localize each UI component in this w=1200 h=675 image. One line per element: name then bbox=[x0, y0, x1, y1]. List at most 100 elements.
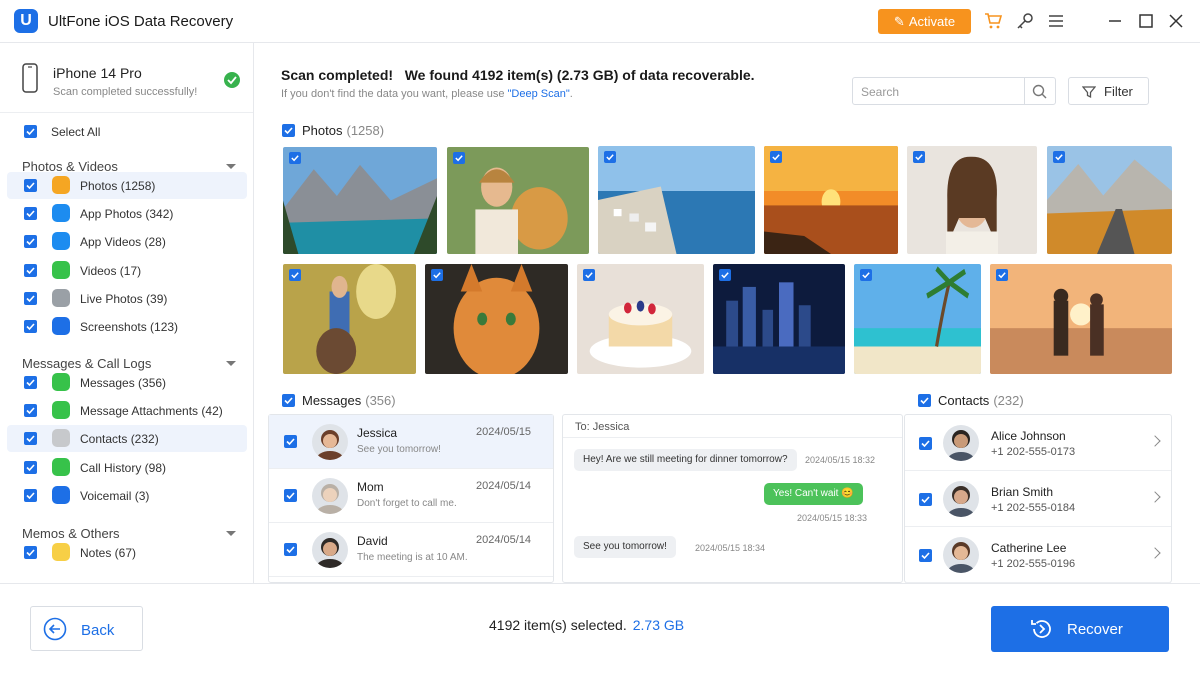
sidebar-item[interactable]: Call History (98) bbox=[7, 454, 247, 481]
chevron-right-icon[interactable] bbox=[1149, 491, 1161, 503]
cake-photo[interactable] bbox=[577, 264, 704, 374]
sidebar-item-checkbox[interactable] bbox=[24, 461, 37, 474]
contacts-group-checkbox[interactable] bbox=[918, 394, 931, 407]
message-checkbox[interactable] bbox=[284, 435, 297, 448]
selection-summary: 4192 item(s) selected. 2.73 GB bbox=[489, 617, 684, 633]
sidebar-item[interactable]: App Videos (28) bbox=[7, 228, 247, 255]
deep-scan-link[interactable]: "Deep Scan" bbox=[508, 88, 570, 100]
sidebar-item-checkbox[interactable] bbox=[24, 207, 37, 220]
message-preview: Don't forget to call me. bbox=[357, 498, 457, 509]
photo-checkbox[interactable] bbox=[860, 269, 872, 281]
contact-row[interactable]: Catherine Lee +1 202-555-0196 bbox=[905, 527, 1171, 583]
photo-checkbox[interactable] bbox=[770, 151, 782, 163]
contact-row[interactable]: Alice Johnson +1 202-555-0173 bbox=[905, 415, 1171, 471]
sidebar-item-checkbox[interactable] bbox=[24, 489, 37, 502]
message-checkbox[interactable] bbox=[284, 489, 297, 502]
couple-beach-photo[interactable] bbox=[990, 264, 1172, 374]
sidebar-item-checkbox[interactable] bbox=[24, 320, 37, 333]
select-all-row[interactable]: Select All bbox=[7, 118, 247, 145]
photo-checkbox[interactable] bbox=[289, 152, 301, 164]
collapse-arrow-icon[interactable] bbox=[226, 531, 236, 536]
minimize-icon[interactable] bbox=[1105, 11, 1125, 31]
message-row[interactable]: David The meeting is at 10 AM. 2024/05/14 bbox=[269, 523, 553, 577]
portrait-photo[interactable] bbox=[907, 146, 1037, 254]
search-box[interactable]: Search bbox=[852, 77, 1056, 105]
chevron-right-icon[interactable] bbox=[1149, 435, 1161, 447]
screenshot-icon bbox=[52, 317, 70, 335]
message-list: Jessica See you tomorrow! 2024/05/15 Mom Don… bbox=[268, 414, 554, 583]
beach-palm-photo[interactable] bbox=[854, 264, 981, 374]
activate-button[interactable]: ✎ Activate bbox=[878, 9, 971, 34]
search-input[interactable]: Search bbox=[861, 85, 899, 99]
sidebar-item[interactable]: Contacts (232) bbox=[7, 425, 247, 452]
close-icon[interactable] bbox=[1166, 11, 1186, 31]
key-icon[interactable] bbox=[1015, 11, 1035, 31]
photo-checkbox[interactable] bbox=[583, 269, 595, 281]
sidebar-item-checkbox[interactable] bbox=[24, 264, 37, 277]
chevron-right-icon[interactable] bbox=[1149, 547, 1161, 559]
bubble-timestamp: 2024/05/15 18:33 bbox=[797, 513, 868, 523]
sidebar-item-checkbox[interactable] bbox=[24, 179, 37, 192]
maximize-icon[interactable] bbox=[1136, 11, 1156, 31]
photo-checkbox[interactable] bbox=[453, 152, 465, 164]
photo-checkbox[interactable] bbox=[289, 269, 301, 281]
incoming-bubble: See you tomorrow! bbox=[574, 536, 676, 558]
message-row[interactable]: Jessica See you tomorrow! 2024/05/15 bbox=[269, 415, 553, 469]
contact-row[interactable]: Brian Smith +1 202-555-0184 bbox=[905, 471, 1171, 527]
contact-checkbox[interactable] bbox=[919, 437, 932, 450]
messages-group-checkbox[interactable] bbox=[282, 394, 295, 407]
select-all-checkbox[interactable] bbox=[24, 125, 37, 138]
device-name: iPhone 14 Pro bbox=[53, 65, 142, 81]
sidebar-item[interactable]: Voicemail (3) bbox=[7, 482, 247, 509]
sidebar-item[interactable]: Screenshots (123) bbox=[7, 313, 247, 340]
photos-group-checkbox[interactable] bbox=[282, 124, 295, 137]
woman-dog-photo[interactable] bbox=[447, 147, 589, 254]
city-night-photo[interactable] bbox=[713, 264, 845, 374]
coastal-town-photo[interactable] bbox=[598, 146, 755, 254]
menu-icon[interactable] bbox=[1046, 11, 1066, 31]
collapse-arrow-icon[interactable] bbox=[226, 164, 236, 169]
photo-checkbox[interactable] bbox=[431, 269, 443, 281]
contact-checkbox[interactable] bbox=[919, 549, 932, 562]
sidebar-item[interactable]: Messages (356) bbox=[7, 369, 247, 396]
sidebar-item[interactable]: App Photos (342) bbox=[7, 200, 247, 227]
back-button[interactable]: Back bbox=[30, 606, 143, 651]
filter-button[interactable]: Filter bbox=[1068, 77, 1149, 105]
recover-button[interactable]: Recover bbox=[991, 606, 1169, 652]
collapse-arrow-icon[interactable] bbox=[226, 361, 236, 366]
sidebar-item[interactable]: Photos (1258) bbox=[7, 172, 247, 199]
photo-checkbox[interactable] bbox=[913, 151, 925, 163]
photo-checkbox[interactable] bbox=[719, 269, 731, 281]
avatar bbox=[312, 478, 348, 514]
sidebar-item-checkbox[interactable] bbox=[24, 546, 37, 559]
sidebar-item-checkbox[interactable] bbox=[24, 292, 37, 305]
mountain-lake-photo[interactable] bbox=[283, 147, 437, 254]
photo-checkbox[interactable] bbox=[604, 151, 616, 163]
message-row[interactable]: Mom Don't forget to call me. 2024/05/14 bbox=[269, 469, 553, 523]
photos-group-label: Photos (1258) bbox=[302, 123, 384, 138]
cart-icon[interactable] bbox=[983, 11, 1003, 31]
mountain-road-photo[interactable] bbox=[1047, 146, 1172, 254]
photo-checkbox[interactable] bbox=[996, 269, 1008, 281]
contacts-count: (232) bbox=[993, 393, 1024, 408]
sidebar-item-checkbox[interactable] bbox=[24, 376, 37, 389]
phone-device-icon bbox=[22, 63, 38, 93]
sidebar-item-label: Messages (356) bbox=[80, 376, 167, 390]
sidebar-item-label: Message Attachments (42) bbox=[80, 404, 223, 418]
sidebar-item[interactable]: Live Photos (39) bbox=[7, 285, 247, 312]
contact-checkbox[interactable] bbox=[919, 493, 932, 506]
title-bar: U UltFone iOS Data Recovery ✎ Activate bbox=[0, 0, 1200, 43]
cat-photo[interactable] bbox=[425, 264, 568, 374]
father-child-photo[interactable] bbox=[283, 264, 416, 374]
sidebar-item-checkbox[interactable] bbox=[24, 235, 37, 248]
search-icon[interactable] bbox=[1032, 84, 1047, 99]
sidebar-item-checkbox[interactable] bbox=[24, 404, 37, 417]
sidebar-item[interactable]: Message Attachments (42) bbox=[7, 397, 247, 424]
sidebar-item-checkbox[interactable] bbox=[24, 432, 37, 445]
message-checkbox[interactable] bbox=[284, 543, 297, 556]
sidebar-item[interactable]: Notes (67) bbox=[7, 539, 247, 566]
contact-phone: +1 202-555-0184 bbox=[991, 502, 1076, 514]
photo-checkbox[interactable] bbox=[1053, 151, 1065, 163]
sunset-photo[interactable] bbox=[764, 146, 898, 254]
sidebar-item[interactable]: Videos (17) bbox=[7, 257, 247, 284]
